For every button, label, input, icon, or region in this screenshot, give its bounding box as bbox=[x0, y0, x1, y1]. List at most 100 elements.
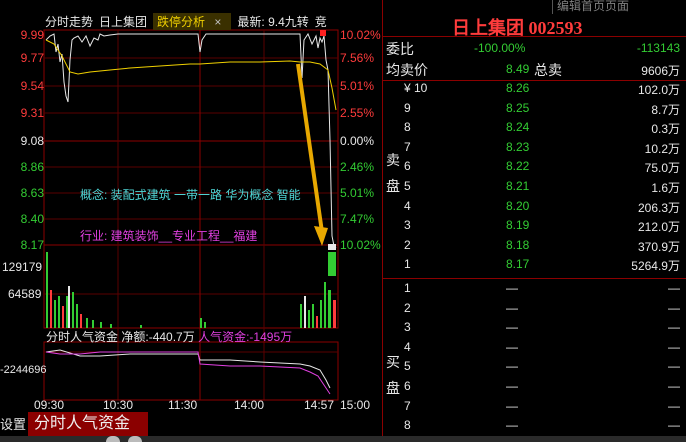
buy-price: — bbox=[506, 281, 518, 295]
sell-level: 7 bbox=[404, 139, 411, 154]
buy-price: — bbox=[506, 379, 518, 393]
popularity-label: 人气资金: bbox=[198, 330, 250, 344]
buy-level: 1 bbox=[404, 281, 411, 295]
buy-row[interactable]: 3 — — bbox=[382, 319, 686, 337]
top-menu: 编辑首页页面 bbox=[382, 0, 686, 14]
chart-tab-bar: 分时走势 日上集团 跌停分析 × 最新: 9.4九转 竞 bbox=[45, 12, 341, 30]
volume-axis-label: 64589 bbox=[8, 287, 42, 301]
tab-auction[interactable]: 竞 bbox=[315, 13, 327, 30]
buy-qty: — bbox=[668, 379, 680, 393]
price-frame bbox=[43, 29, 339, 329]
sell-level: 1 bbox=[404, 257, 411, 272]
buy-qty: — bbox=[668, 300, 680, 315]
sell-row[interactable]: 5 8.21 1.6万 bbox=[382, 178, 686, 196]
pct-axis-label: 10.02% bbox=[340, 238, 381, 252]
sell-price: 8.26 bbox=[506, 81, 530, 95]
time-axis-label: 09:30 bbox=[34, 398, 65, 412]
price-grid bbox=[44, 57, 338, 295]
buy-qty: — bbox=[668, 339, 680, 354]
pct-axis-label: 2.46% bbox=[340, 160, 375, 174]
sell-level: ¥ 10 bbox=[404, 81, 428, 95]
average-price-line bbox=[45, 39, 337, 111]
buy-level: 2 bbox=[404, 300, 411, 315]
intraday-chart-canvas[interactable] bbox=[0, 0, 382, 412]
price-axis-label: 9.31 bbox=[20, 106, 44, 120]
sell-qty: 206.3万 bbox=[637, 200, 680, 215]
time-axis-label: 14:57 bbox=[304, 398, 335, 412]
sell-qty: 370.9万 bbox=[637, 239, 680, 254]
sell-row[interactable]: 3 8.19 212.0万 bbox=[382, 217, 686, 235]
industry-tags: 行业: 建筑装饰__专业工程__福建 bbox=[80, 229, 258, 243]
time-axis-label: 15:00 bbox=[340, 398, 371, 412]
buy-level: 3 bbox=[404, 320, 411, 335]
net-label: 净额: bbox=[121, 330, 149, 344]
buy-row[interactable]: 4 — — bbox=[382, 339, 686, 357]
sell-qty: 8.7万 bbox=[651, 102, 680, 117]
sell-level: 9 bbox=[404, 100, 411, 115]
sell-row[interactable]: 6 8.22 75.0万 bbox=[382, 158, 686, 176]
scroll-right-icon[interactable] bbox=[128, 436, 142, 442]
top-menu-label[interactable]: 编辑首页页面 bbox=[552, 0, 686, 14]
settings-tab[interactable]: 设置 bbox=[0, 414, 26, 433]
buy-row[interactable]: 5 — — bbox=[382, 358, 686, 376]
limit-up-marker bbox=[320, 30, 326, 36]
scroll-left-icon[interactable] bbox=[106, 436, 120, 442]
sell-row[interactable]: 9 8.25 8.7万 bbox=[382, 100, 686, 118]
weibi-diff: -113143 bbox=[636, 41, 680, 55]
tab-intraday[interactable]: 分时走势 bbox=[45, 13, 93, 30]
sell-level: 4 bbox=[404, 198, 411, 213]
sell-level: 6 bbox=[404, 159, 411, 174]
sell-level: 2 bbox=[404, 237, 411, 252]
price-axis-label: 8.86 bbox=[20, 160, 44, 174]
price-axis-label: 9.08 bbox=[20, 134, 44, 148]
capital-flow-title: 分时人气资金 bbox=[46, 330, 119, 344]
sell-qty: 10.2万 bbox=[644, 141, 680, 156]
status-strip bbox=[0, 436, 686, 442]
buy-price: — bbox=[506, 359, 518, 374]
net-value: -440.7万 bbox=[148, 330, 195, 344]
sell-row[interactable]: 8 8.24 0.3万 bbox=[382, 119, 686, 137]
capital-flow-tab[interactable]: 分时人气资金 bbox=[28, 412, 148, 436]
sell-level: 3 bbox=[404, 218, 411, 233]
sell-price: 8.24 bbox=[506, 120, 530, 135]
sell-price: 8.21 bbox=[506, 179, 530, 193]
pct-axis-label: 10.02% bbox=[340, 28, 381, 42]
pct-axis-label: 2.55% bbox=[340, 106, 375, 120]
pct-axis-label: 5.01% bbox=[340, 79, 375, 93]
avg-sell-row: 均卖价 8.49 总卖 9606万 bbox=[386, 62, 680, 78]
weibi-pct: -100.00% bbox=[474, 41, 526, 55]
buy-row[interactable]: 2 — — bbox=[382, 300, 686, 318]
close-icon[interactable]: × bbox=[214, 15, 221, 29]
latest-price-label: 最新: 9.4九转 bbox=[237, 14, 309, 29]
pct-axis-label: 0.00% bbox=[340, 134, 375, 148]
buy-price: — bbox=[506, 398, 518, 413]
pct-axis-label: 7.56% bbox=[340, 51, 375, 65]
tab-limit-down-analysis[interactable]: 跌停分析 × bbox=[153, 12, 232, 30]
buy-level: 5 bbox=[404, 359, 411, 374]
buy-qty: — bbox=[668, 320, 680, 335]
tab-stock-name[interactable]: 日上集团 bbox=[99, 13, 147, 30]
annotation-arrow-shaft bbox=[296, 63, 324, 233]
buy-qty: — bbox=[668, 398, 680, 413]
sell-row[interactable]: 7 8.23 10.2万 bbox=[382, 139, 686, 157]
buy-row[interactable]: 6 — — bbox=[382, 378, 686, 396]
sell-row[interactable]: 1 8.17 5264.9万 bbox=[382, 256, 686, 274]
price-axis-label: 8.40 bbox=[20, 212, 44, 226]
buy-level: 6 bbox=[404, 379, 411, 393]
sell-row[interactable]: ¥ 10 8.26 102.0万 bbox=[382, 80, 686, 98]
annotation-arrow-head bbox=[314, 226, 328, 246]
sell-price: 8.17 bbox=[506, 257, 530, 272]
sell-qty: 102.0万 bbox=[637, 83, 680, 97]
popularity-flow-line bbox=[45, 351, 331, 395]
sell-row[interactable]: 4 8.20 206.3万 bbox=[382, 198, 686, 216]
buy-level: 7 bbox=[404, 398, 411, 413]
pct-axis-label: 7.47% bbox=[340, 212, 375, 226]
price-axis-label: 9.99 bbox=[20, 28, 44, 42]
bottom-tab-bar: 设置 分时人气资金 bbox=[0, 412, 686, 442]
buy-row[interactable]: 1 — — bbox=[382, 280, 686, 298]
sell-row[interactable]: 2 8.18 370.9万 bbox=[382, 237, 686, 255]
buy-price: — bbox=[506, 320, 518, 335]
price-axis-label: 9.54 bbox=[20, 79, 44, 93]
time-axis-label: 11:30 bbox=[168, 398, 198, 412]
sell-price: 8.23 bbox=[506, 139, 530, 154]
